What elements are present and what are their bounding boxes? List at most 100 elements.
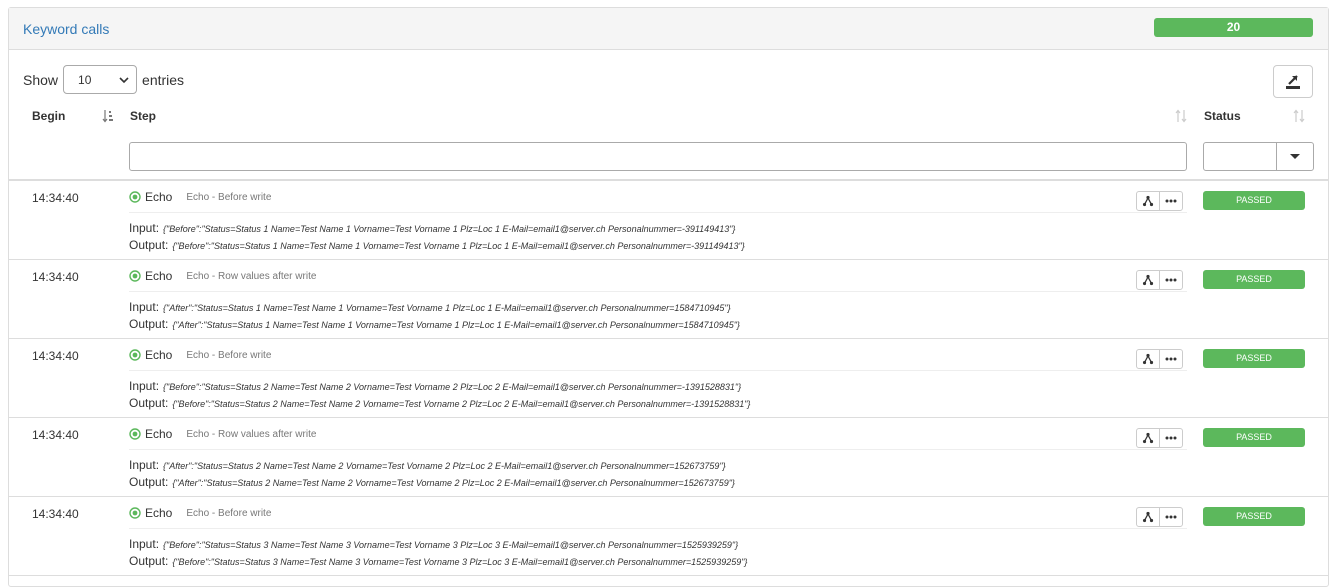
input-value: {"After":"Status=Status 1 Name=Test Name… [163, 303, 731, 313]
column-header-status[interactable]: Status [1204, 109, 1241, 123]
passed-circle-icon [129, 507, 141, 519]
passed-circle-icon [129, 270, 141, 282]
tree-view-button[interactable] [1137, 350, 1159, 368]
row-actions [1136, 191, 1183, 211]
step-filter-input[interactable] [129, 142, 1187, 171]
ellipsis-icon [1165, 515, 1177, 519]
input-value: {"After":"Status=Status 2 Name=Test Name… [163, 461, 726, 471]
passed-circle-icon [129, 428, 141, 440]
input-line: Input: {"Before":"Status=Status 3 Name=Te… [129, 537, 738, 551]
tree-view-button[interactable] [1137, 271, 1159, 289]
step-divider [129, 528, 1187, 529]
tree-view-button[interactable] [1137, 429, 1159, 447]
row-actions [1136, 507, 1183, 527]
column-header-begin[interactable]: Begin [32, 109, 65, 123]
step-heading: Echo Echo - Before write [129, 506, 271, 520]
input-label: Input: [129, 221, 160, 235]
begin-time: 14:34:40 [32, 191, 79, 205]
step-heading: Echo Echo - Before write [129, 190, 271, 204]
output-value: {"Before":"Status=Status 3 Name=Test Nam… [172, 557, 748, 567]
ellipsis-icon [1165, 357, 1177, 361]
entries-label: entries [142, 71, 185, 88]
step-description: Echo - Row values after write [186, 270, 317, 282]
row-actions [1136, 349, 1183, 369]
output-line: Output: {"Before":"Status=Status 1 Name=T… [129, 238, 745, 252]
output-label: Output: [129, 238, 169, 252]
hierarchy-icon [1142, 353, 1154, 365]
step-name: Echo [145, 190, 173, 204]
passed-circle-icon [129, 349, 141, 361]
output-label: Output: [129, 475, 169, 489]
input-label: Input: [129, 458, 160, 472]
input-label: Input: [129, 300, 160, 314]
ellipsis-icon [1165, 199, 1177, 203]
sort-ascending-icon[interactable] [102, 109, 114, 123]
step-divider [129, 212, 1187, 213]
sort-icon[interactable] [1293, 109, 1305, 123]
row-actions [1136, 428, 1183, 448]
table-row: 14:34:40 Echo Echo - Before write Input:… [9, 497, 1328, 576]
output-label: Output: [129, 317, 169, 331]
output-value: {"After":"Status=Status 2 Name=Test Name… [172, 478, 735, 488]
select-divider [1276, 143, 1277, 170]
hierarchy-icon [1142, 432, 1154, 444]
status-badge: PASSED [1203, 507, 1305, 526]
step-description: Echo - Before write [186, 349, 272, 361]
output-value: {"Before":"Status=Status 1 Name=Test Nam… [172, 241, 745, 251]
chevron-down-icon [119, 76, 129, 83]
step-description: Echo - Before write [186, 191, 272, 203]
status-filter-select[interactable] [1203, 142, 1314, 171]
step-name: Echo [145, 269, 173, 283]
show-label: Show [23, 71, 59, 88]
step-heading: Echo Echo - Before write [129, 348, 271, 362]
tree-view-button[interactable] [1137, 192, 1159, 210]
keyword-count-badge: 20 [1154, 18, 1313, 37]
hierarchy-icon [1142, 511, 1154, 523]
ellipsis-icon [1165, 436, 1177, 440]
table-row: 14:34:40 Echo Echo - Row values after wr… [9, 418, 1328, 497]
output-line: Output: {"After":"Status=Status 2 Name=Te… [129, 475, 735, 489]
output-value: {"Before":"Status=Status 2 Name=Test Nam… [172, 399, 751, 409]
ellipsis-icon [1165, 278, 1177, 282]
begin-time: 14:34:40 [32, 270, 79, 284]
status-badge: PASSED [1203, 349, 1305, 368]
step-description: Echo - Before write [186, 507, 272, 519]
step-name: Echo [145, 427, 173, 441]
status-badge: PASSED [1203, 428, 1305, 447]
sort-icon[interactable] [1175, 109, 1187, 123]
step-divider [129, 449, 1187, 450]
output-line: Output: {"After":"Status=Status 1 Name=Te… [129, 317, 740, 331]
export-button[interactable] [1273, 65, 1313, 98]
more-button[interactable] [1159, 350, 1182, 368]
column-header-step[interactable]: Step [130, 109, 156, 123]
more-button[interactable] [1159, 508, 1182, 526]
step-description: Echo - Row values after write [186, 428, 317, 440]
begin-time: 14:34:40 [32, 428, 79, 442]
begin-time: 14:34:40 [32, 507, 79, 521]
hierarchy-icon [1142, 274, 1154, 286]
input-line: Input: {"Before":"Status=Status 2 Name=Te… [129, 379, 741, 393]
table-row: 14:34:40 Echo Echo - Row values after wr… [9, 260, 1328, 339]
tree-view-button[interactable] [1137, 508, 1159, 526]
step-name: Echo [145, 506, 173, 520]
step-divider [129, 370, 1187, 371]
step-heading: Echo Echo - Row values after write [129, 427, 316, 441]
panel-heading: Keyword calls 20 [9, 8, 1328, 50]
input-line: Input: {"After":"Status=Status 2 Name=Tes… [129, 458, 726, 472]
keyword-calls-panel: Keyword calls 20 Show 10 entries Begin S… [8, 7, 1329, 587]
table-row: 14:34:40 Echo Echo - Before write Input:… [9, 339, 1328, 418]
passed-circle-icon [129, 191, 141, 203]
export-icon [1286, 74, 1300, 89]
entries-select[interactable]: 10 [63, 65, 138, 94]
output-value: {"After":"Status=Status 1 Name=Test Name… [172, 320, 740, 330]
status-badge: PASSED [1203, 191, 1305, 210]
input-line: Input: {"After":"Status=Status 1 Name=Tes… [129, 300, 731, 314]
input-line: Input: {"Before":"Status=Status 1 Name=Te… [129, 221, 735, 235]
output-line: Output: {"Before":"Status=Status 3 Name=T… [129, 554, 747, 568]
more-button[interactable] [1159, 429, 1182, 447]
more-button[interactable] [1159, 271, 1182, 289]
hierarchy-icon [1142, 195, 1154, 207]
output-label: Output: [129, 396, 169, 410]
more-button[interactable] [1159, 192, 1182, 210]
panel-title[interactable]: Keyword calls [23, 21, 109, 37]
